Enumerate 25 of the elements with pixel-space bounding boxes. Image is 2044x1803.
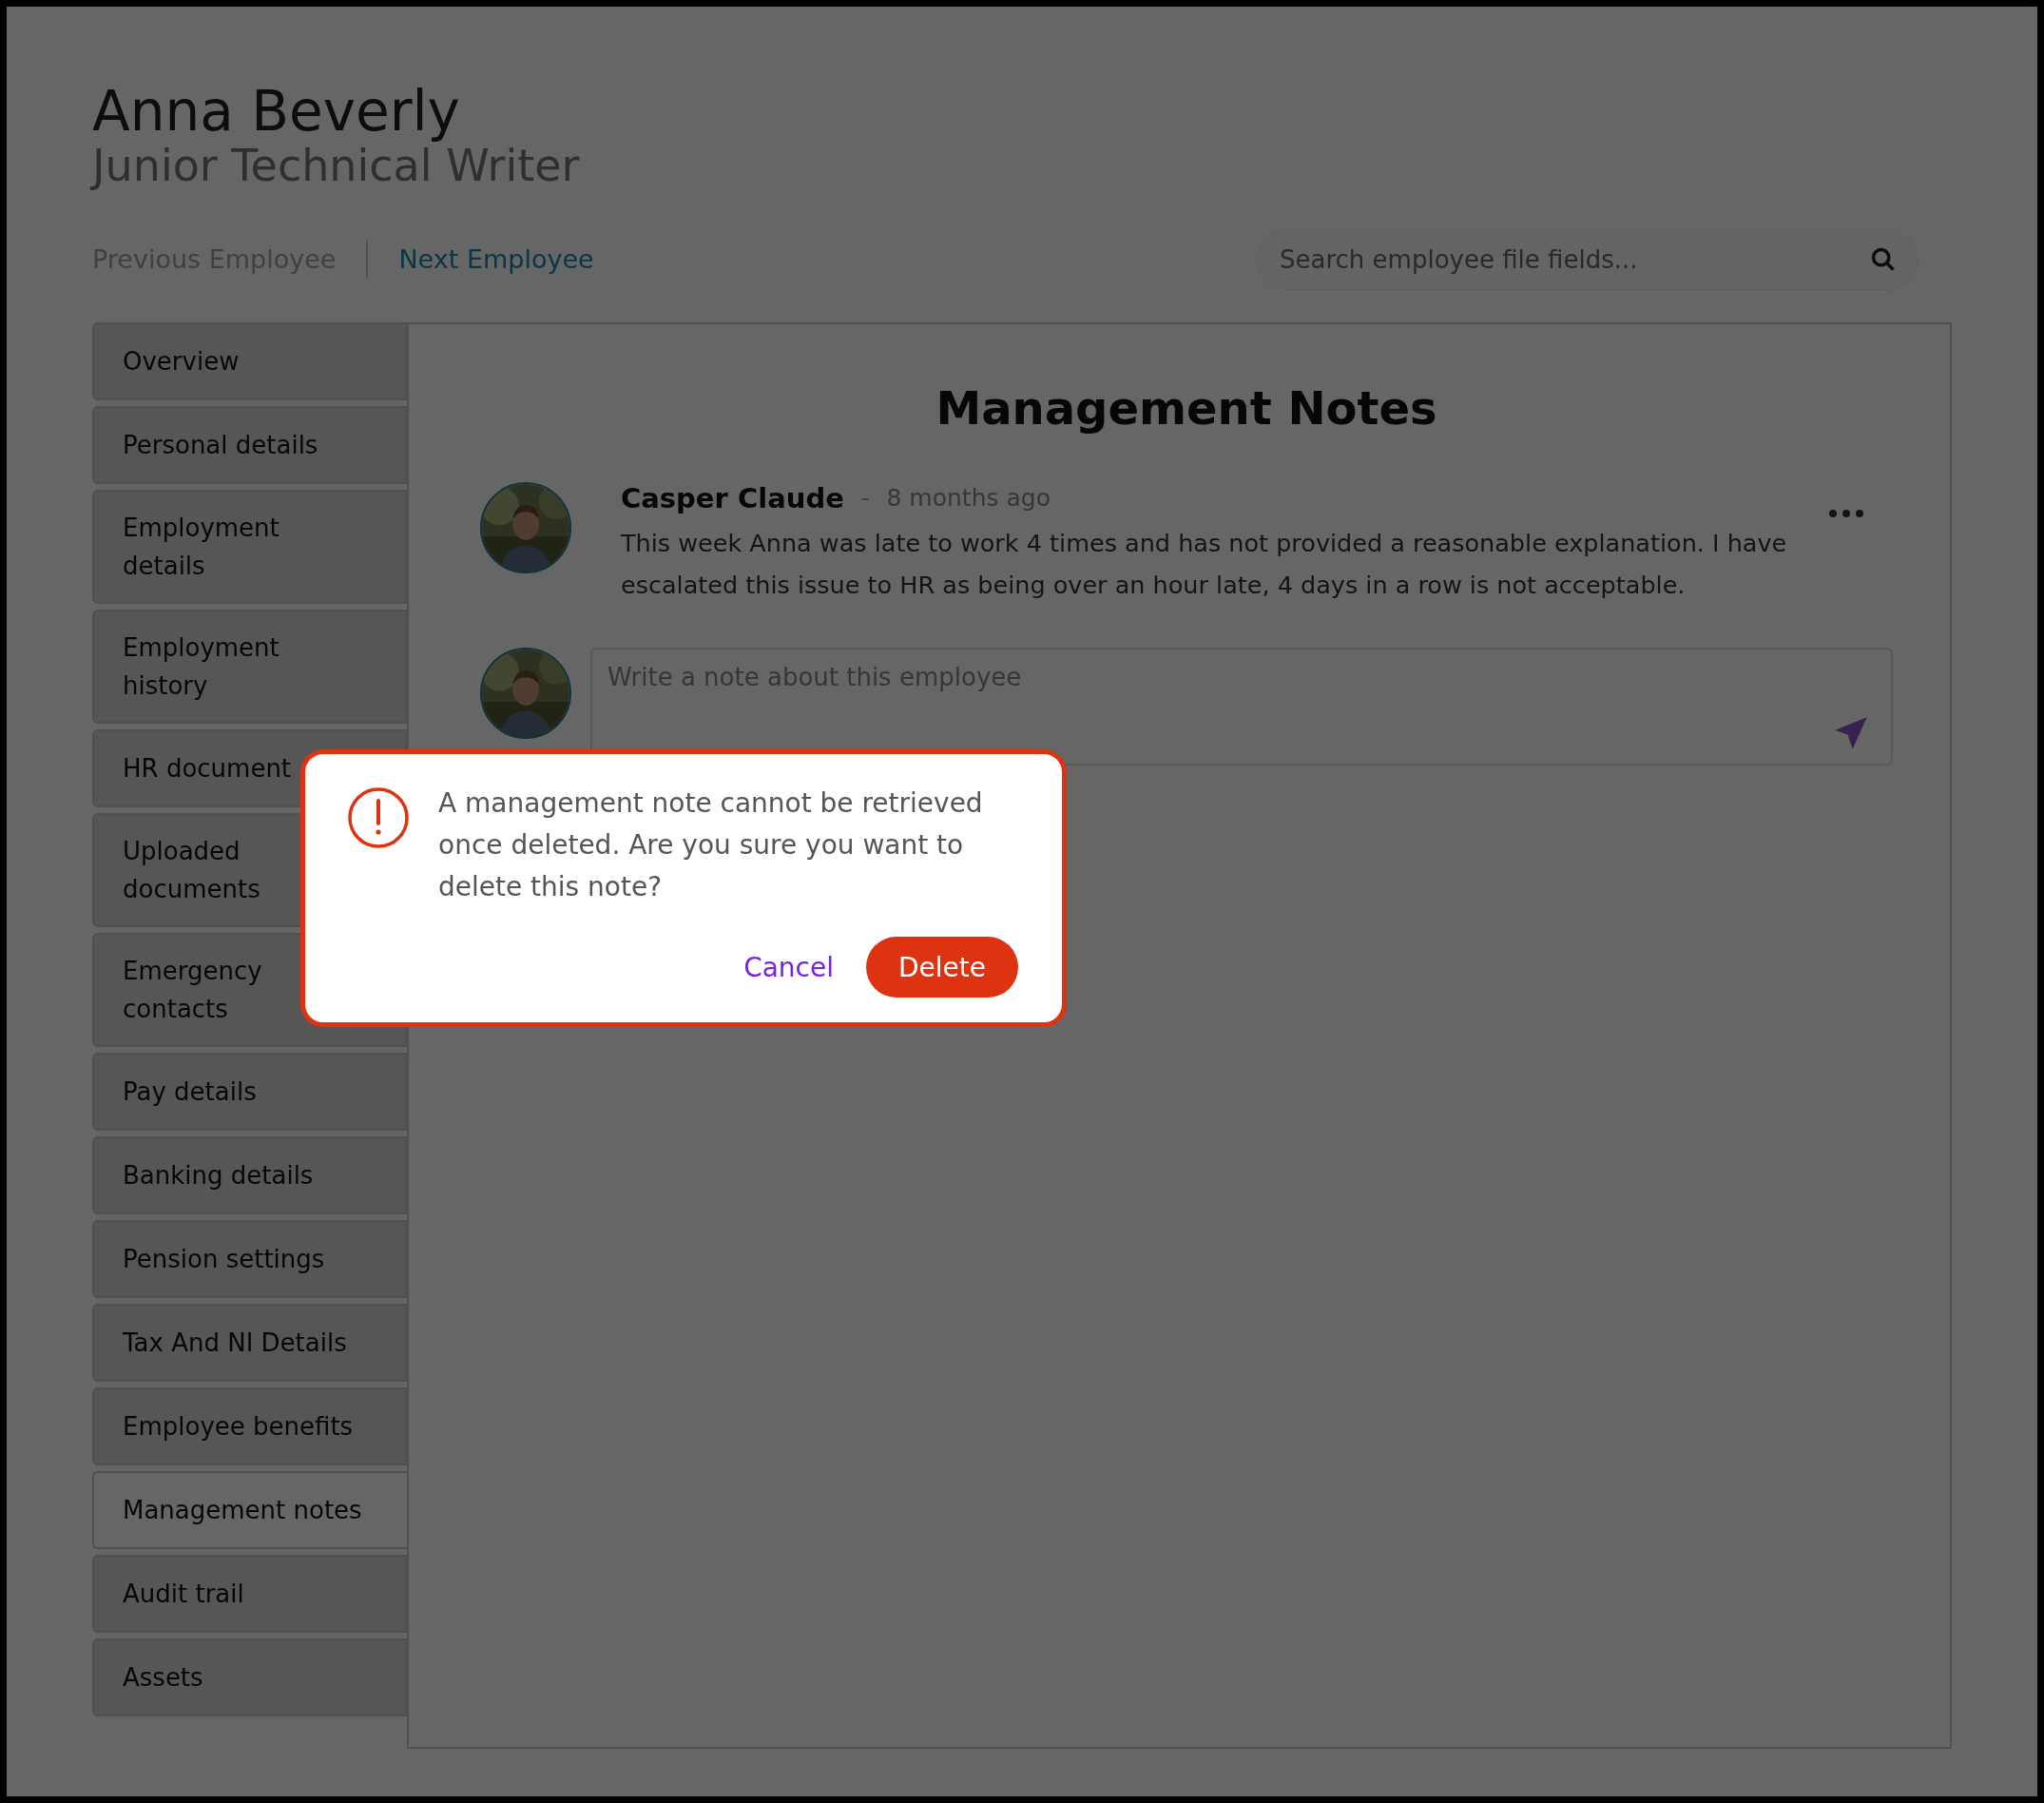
sidebar-tab[interactable]: Pension settings bbox=[92, 1219, 407, 1298]
search-field[interactable]: Search employee file fields... bbox=[1256, 228, 1918, 290]
sidebar-tab[interactable]: Employment details bbox=[92, 489, 407, 604]
sidebar-tab[interactable]: Banking details bbox=[92, 1135, 407, 1214]
employee-nav-link[interactable]: Next Employee bbox=[398, 244, 594, 275]
separator: - bbox=[860, 484, 870, 512]
sidebar-tab[interactable]: Audit trail bbox=[92, 1554, 407, 1633]
dialog-message: A management note cannot be retrieved once deleted. Are you sure you want to delete this note? bbox=[438, 786, 984, 904]
sidebar-tab[interactable]: Assets bbox=[92, 1638, 407, 1716]
sidebar-tab[interactable]: Employee benefits bbox=[92, 1386, 407, 1465]
search-icon[interactable] bbox=[1870, 245, 1897, 273]
note-author: Casper Claude bbox=[621, 481, 844, 514]
section-title: Management Notes bbox=[935, 380, 1438, 435]
sidebar-tab[interactable]: Tax And NI Details bbox=[92, 1303, 407, 1382]
sidebar-tab[interactable]: Personal details bbox=[92, 405, 407, 484]
sidebar-tab[interactable]: Management notes bbox=[92, 1470, 407, 1549]
sidebar-tab[interactable]: Overview bbox=[92, 321, 407, 400]
more-icon[interactable] bbox=[1828, 508, 1864, 518]
note-text: This week Anna was late to work 4 times and has not provided a reasonable explanation. I have escalated this issue to HR as being over an hour late, 4 days in a row is not acceptable. bbox=[621, 527, 1788, 601]
cancel-button[interactable]: Cancel bbox=[743, 951, 834, 983]
warning-icon bbox=[347, 786, 410, 849]
employee-name: Anna Beverly bbox=[92, 83, 461, 141]
delete-button[interactable]: Delete bbox=[866, 937, 1018, 998]
sidebar-tab[interactable]: Employment history bbox=[92, 609, 407, 724]
sidebar-tab[interactable]: Pay details bbox=[92, 1052, 407, 1131]
